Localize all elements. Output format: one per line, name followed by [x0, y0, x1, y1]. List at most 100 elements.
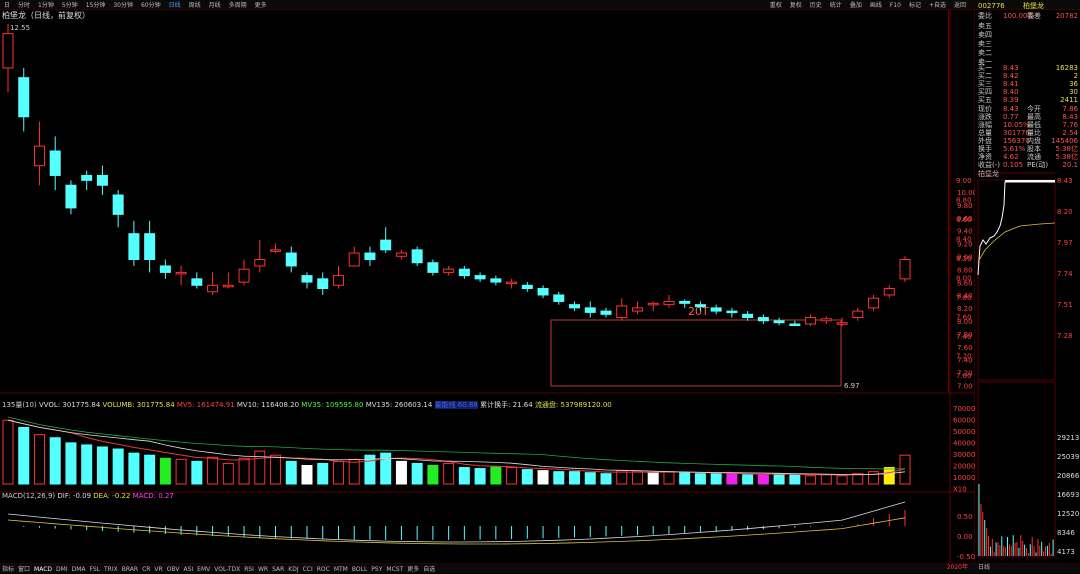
- indicator-tab[interactable]: 更多: [405, 566, 421, 574]
- volume-bar: [396, 461, 406, 484]
- toolbar-button[interactable]: 历史: [806, 1, 826, 9]
- volume-bar: [3, 420, 13, 484]
- mini-axis-left-label: 7.80: [956, 294, 972, 302]
- indicator-tab[interactable]: PSY: [369, 566, 384, 574]
- volume-bar: [774, 474, 784, 484]
- indicator-tab[interactable]: RSI: [242, 566, 256, 574]
- volume-bar: [884, 468, 894, 484]
- volume-bar: [617, 471, 627, 484]
- candle: [192, 279, 202, 285]
- indicator-tab[interactable]: MACD: [32, 566, 54, 574]
- indicator-tab[interactable]: 窗口: [16, 566, 32, 574]
- mini-axis-left-label: 8.80: [956, 197, 972, 205]
- toolbar-button[interactable]: 画线: [866, 1, 886, 9]
- indicator-tab[interactable]: CR: [140, 566, 152, 574]
- volume-bar: [758, 475, 768, 484]
- indicator-tab[interactable]: SAR: [270, 566, 286, 574]
- candle: [806, 318, 816, 324]
- candle: [632, 308, 642, 311]
- period-tab[interactable]: 30分钟: [109, 1, 137, 9]
- toolbar-button[interactable]: +自选: [925, 1, 950, 9]
- volume-bar: [680, 473, 690, 484]
- volume-bar: [271, 455, 281, 484]
- volume-bar: [302, 465, 312, 484]
- indicator-tab[interactable]: BOLL: [350, 566, 369, 574]
- candle: [727, 311, 737, 313]
- indicator-tab[interactable]: DMI: [54, 566, 70, 574]
- candle: [664, 301, 674, 304]
- candle: [853, 311, 863, 317]
- toolbar-button[interactable]: 复权: [786, 1, 806, 9]
- indicator-tab[interactable]: VOL-TDX: [212, 566, 242, 574]
- period-tab[interactable]: 60分钟: [137, 1, 165, 9]
- toolbar-button[interactable]: 叠加: [846, 1, 866, 9]
- indicator-tab[interactable]: DMA: [70, 566, 88, 574]
- candle: [570, 305, 580, 308]
- volume-bar: [412, 463, 422, 484]
- indicator-tab[interactable]: OBV: [165, 566, 182, 574]
- candle: [145, 234, 155, 260]
- candle: [711, 308, 721, 311]
- period-tab[interactable]: 1分钟: [34, 1, 58, 9]
- candle: [648, 303, 658, 305]
- mini-vol-label: 16693: [1057, 491, 1079, 499]
- indicator-tab[interactable]: TRIX: [102, 566, 120, 574]
- volume-bar: [444, 463, 454, 484]
- period-tab[interactable]: 分时: [14, 1, 34, 9]
- toolbar-button[interactable]: 标记: [905, 1, 925, 9]
- candle: [837, 323, 847, 325]
- volume-bar: [459, 468, 469, 484]
- indicator-tab[interactable]: EMV: [195, 566, 212, 574]
- candle: [884, 289, 894, 295]
- candle: [97, 175, 107, 185]
- volume-bar: [743, 475, 753, 484]
- candle: [333, 276, 343, 286]
- volume-bar: [837, 476, 847, 484]
- mini-axis-left-label: 7.00: [956, 372, 972, 380]
- indicator-tab[interactable]: WR: [256, 566, 270, 574]
- volume-bar: [806, 476, 816, 484]
- volume-bar: [507, 468, 517, 484]
- indicator-tab[interactable]: MTM: [332, 566, 350, 574]
- volume-bar: [286, 461, 296, 484]
- toolbar-button[interactable]: F10: [886, 1, 905, 9]
- toolbar-button[interactable]: 统计: [826, 1, 846, 9]
- period-tab[interactable]: 周线: [185, 1, 205, 9]
- volume-bar: [19, 427, 29, 484]
- volume-bar: [554, 472, 564, 484]
- candle: [491, 279, 501, 282]
- volume-bar: [585, 473, 595, 484]
- indicator-tab[interactable]: 指标: [0, 566, 16, 574]
- consolidation-box: [551, 320, 841, 386]
- volume-bar: [349, 459, 359, 484]
- intraday-minichart[interactable]: 8.43 8.20 7.97 7.74 7.51 7.28 9.00 8.80 8.60 8.40…: [950, 0, 1080, 563]
- candle: [554, 295, 564, 301]
- mini-vol-label: 4173: [1057, 548, 1075, 556]
- candle: [538, 289, 548, 295]
- indicator-tab[interactable]: FSL: [88, 566, 103, 574]
- mini-axis-label: 7.97: [1057, 239, 1073, 247]
- period-tab[interactable]: 多周期: [225, 1, 251, 9]
- volume-bar: [50, 438, 60, 484]
- period-tab[interactable]: 日线: [165, 1, 185, 9]
- indicator-tab[interactable]: 自选: [421, 566, 437, 574]
- indicator-tab[interactable]: ASI: [181, 566, 195, 574]
- period-tab[interactable]: 日: [0, 1, 14, 9]
- date-marker: 2020年: [945, 564, 970, 572]
- period-tab[interactable]: 15分钟: [82, 1, 110, 9]
- mini-axis-left-label: 7.40: [956, 333, 972, 341]
- indicator-tab[interactable]: CCI: [301, 566, 315, 574]
- indicator-tab[interactable]: ROC: [315, 566, 332, 574]
- candle: [239, 269, 249, 282]
- toolbar-button[interactable]: 重权: [766, 1, 786, 9]
- indicator-tab[interactable]: KDJ: [286, 566, 300, 574]
- kline-chart[interactable]: 20T 12.55 6.97 10.009.809.609.409.209.00…: [0, 9, 975, 563]
- period-tab[interactable]: 5分钟: [58, 1, 82, 9]
- macd-indicator-header: MACD(12,26,9) DIF: -0.09 DEA: -0.22 MACD…: [2, 492, 174, 500]
- volume-bar: [821, 475, 831, 484]
- indicator-tab[interactable]: MCST: [384, 566, 405, 574]
- period-tab[interactable]: 月线: [205, 1, 225, 9]
- period-tab[interactable]: 更多: [251, 1, 271, 9]
- indicator-tab[interactable]: VR: [152, 566, 164, 574]
- indicator-tab[interactable]: BRAR: [120, 566, 140, 574]
